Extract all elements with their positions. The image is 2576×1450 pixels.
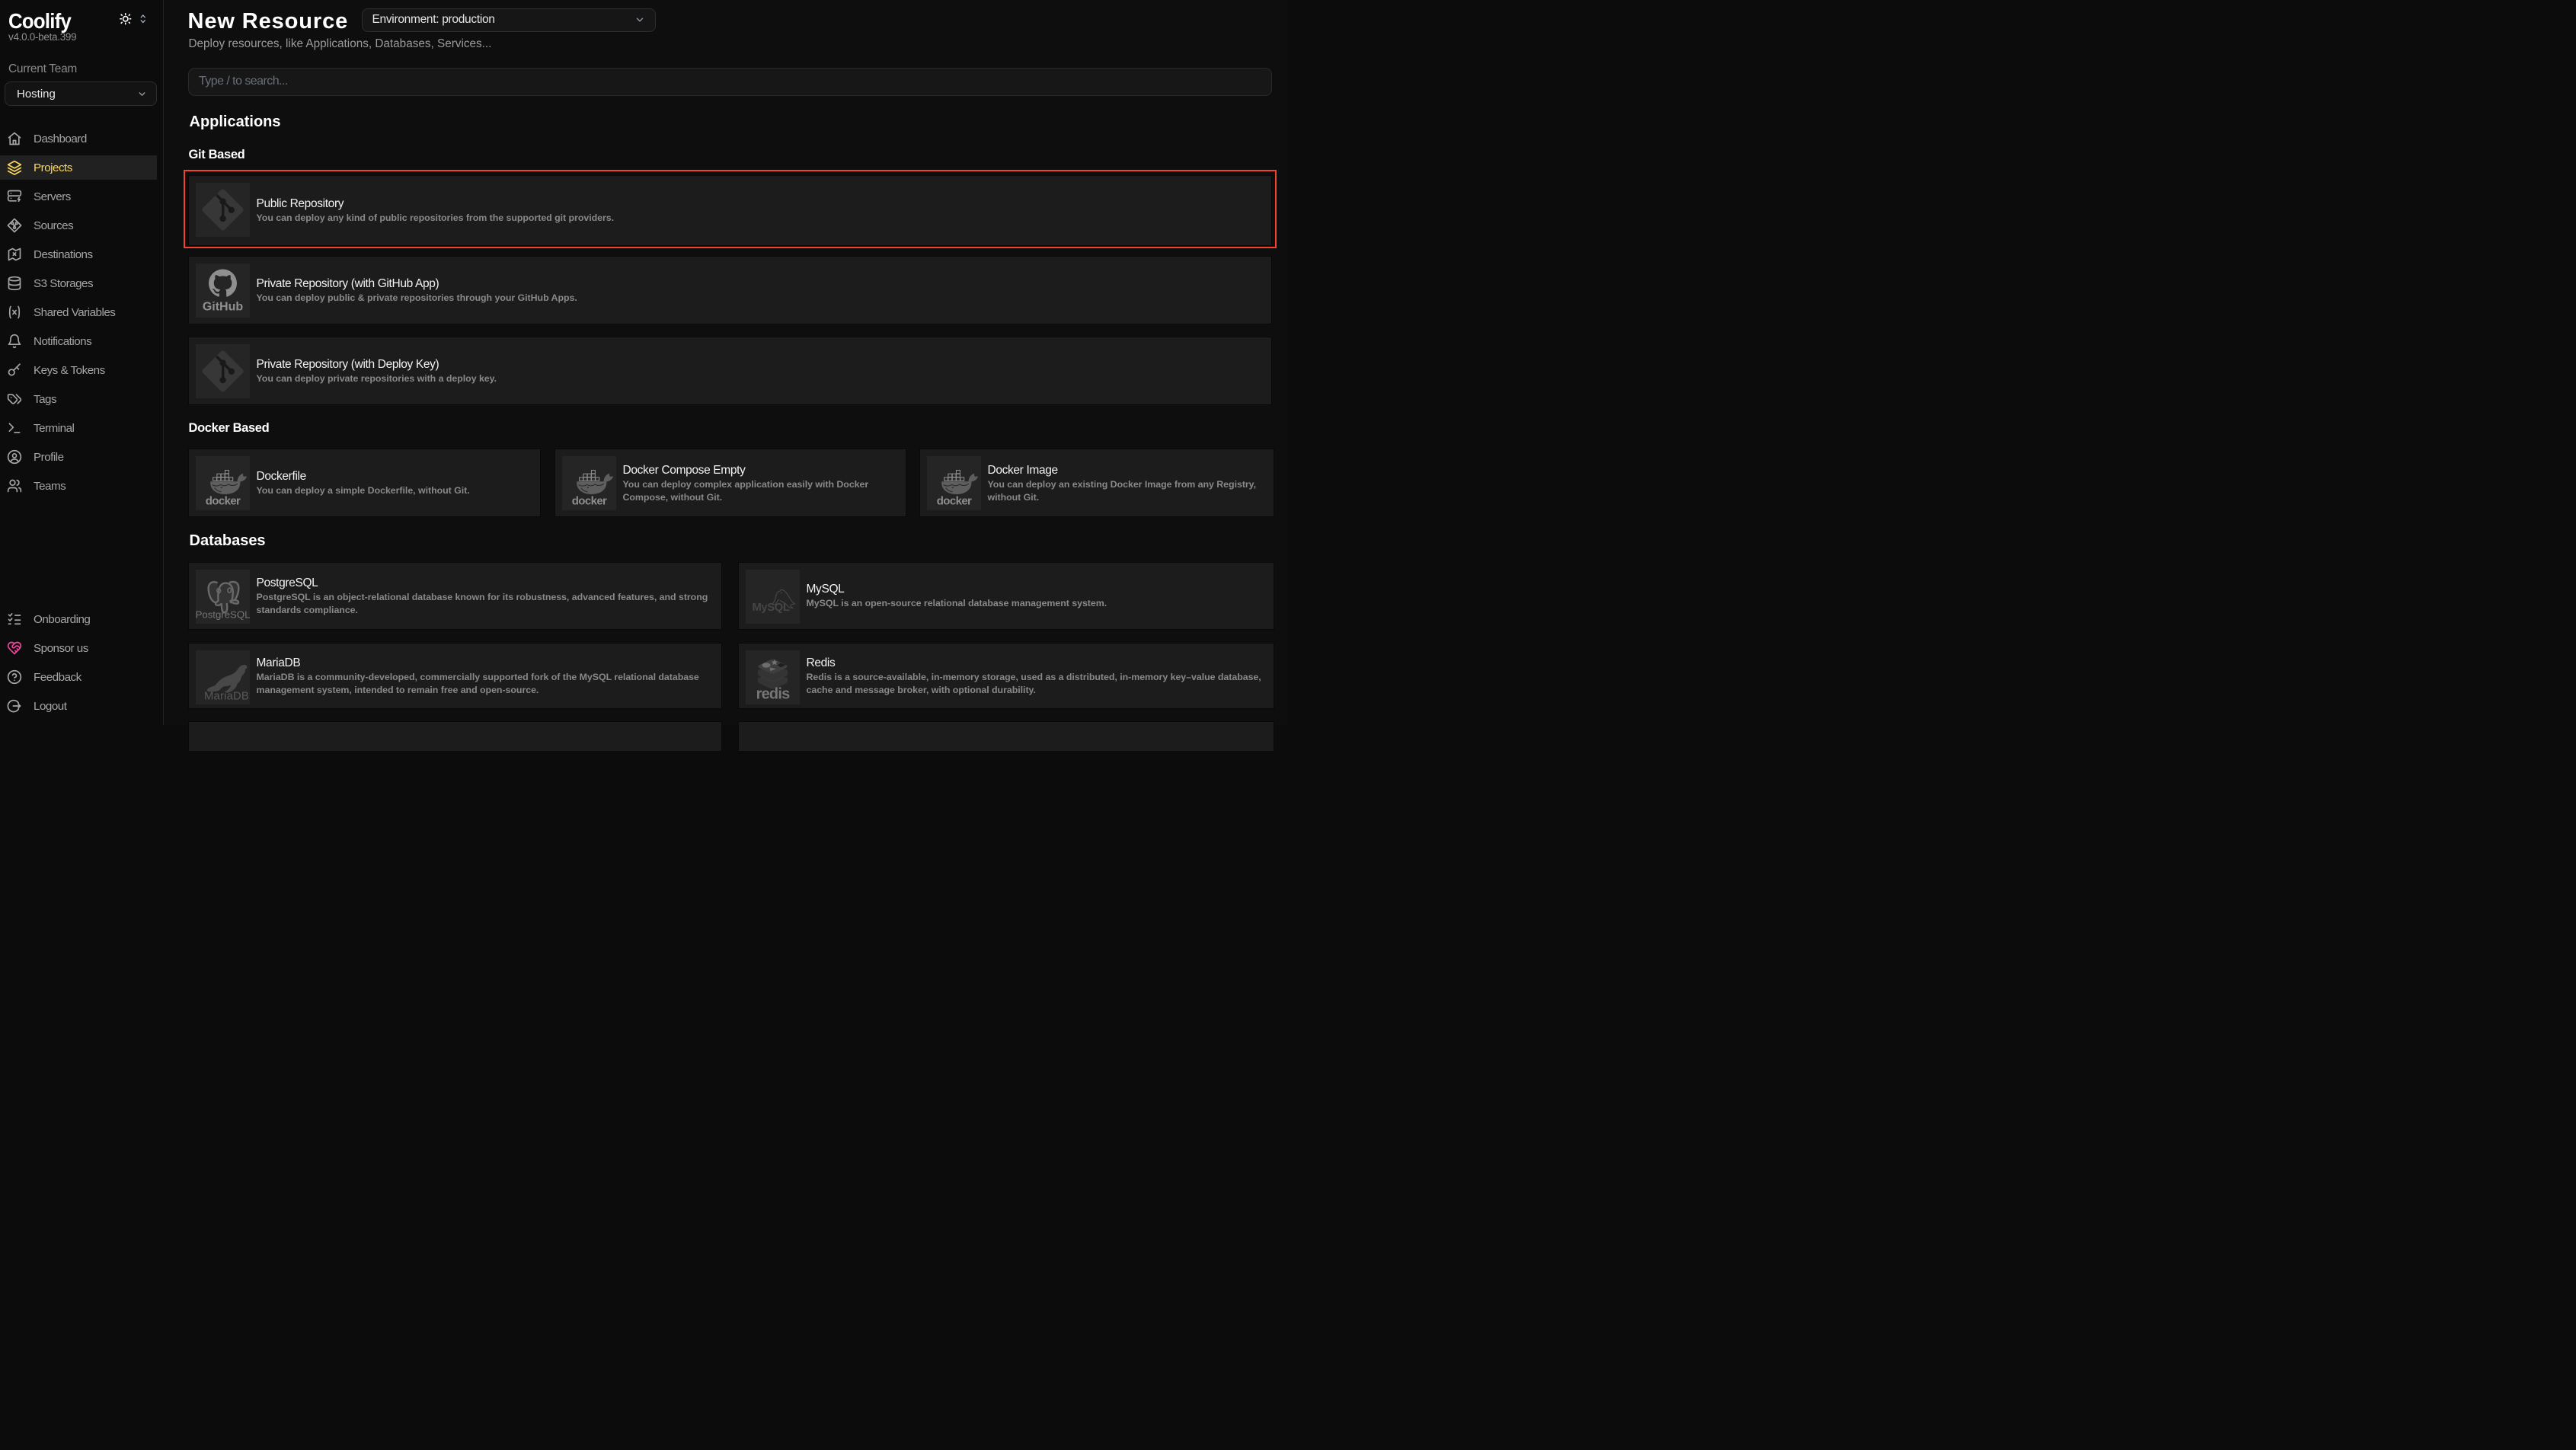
- svg-text:docker: docker: [937, 495, 972, 508]
- svg-text:MySQL: MySQL: [753, 602, 790, 614]
- svg-text:MariaDB: MariaDB: [204, 690, 249, 702]
- svg-text:GitHub: GitHub: [203, 300, 244, 313]
- svg-text:docker: docker: [206, 495, 241, 508]
- svg-text:redis: redis: [756, 685, 790, 702]
- svg-text:docker: docker: [572, 495, 607, 508]
- svg-text:PostgreSQL: PostgreSQL: [196, 608, 250, 620]
